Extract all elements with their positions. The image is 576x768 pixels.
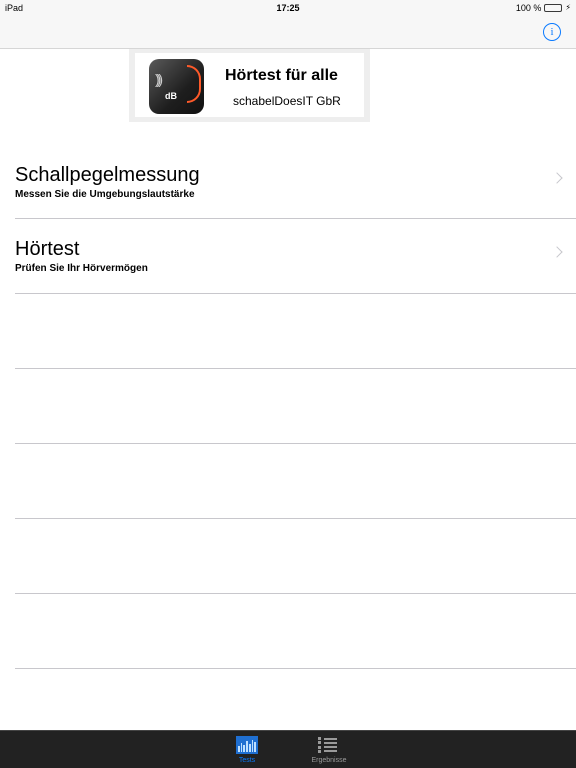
list-item-subtitle: Messen Sie die Umgebungslautstärke: [15, 189, 195, 200]
list-icon: [318, 736, 340, 754]
charging-icon: ⚡: [565, 3, 571, 12]
ear-icon: [187, 65, 201, 103]
tab-tests[interactable]: Tests: [217, 731, 277, 768]
empty-row: [15, 369, 576, 444]
banner-content: ))) dB Hörtest für alle schabelDoesIT Gb…: [135, 53, 364, 117]
empty-row: [15, 444, 576, 519]
empty-row: [15, 519, 576, 594]
tab-bar: Tests Ergebnisse: [0, 730, 576, 768]
battery-indicator: 100 % ⚡: [516, 3, 571, 13]
battery-icon: [544, 4, 563, 12]
bar-chart-icon: [236, 736, 258, 754]
test-list: Schallpegelmessung Messen Sie die Umgebu…: [0, 145, 576, 669]
empty-row: [15, 594, 576, 669]
app-icon: ))) dB: [149, 59, 204, 114]
navigation-bar: i: [0, 18, 576, 49]
chevron-right-icon: [551, 246, 563, 258]
list-item-title: Schallpegelmessung: [15, 164, 200, 186]
list-item-hoertest[interactable]: Hörtest Prüfen Sie Ihr Hörvermögen: [15, 219, 576, 294]
status-time: 17:25: [276, 3, 300, 13]
list-item-schallpegelmessung[interactable]: Schallpegelmessung Messen Sie die Umgebu…: [15, 145, 576, 219]
empty-row: [15, 294, 576, 369]
tab-label: Ergebnisse: [311, 757, 347, 764]
tab-label: Tests: [238, 757, 256, 764]
sound-waves-icon: ))): [155, 71, 163, 87]
status-bar: iPad 17:25 100 % ⚡: [0, 0, 576, 18]
banner-subtitle: schabelDoesIT GbR: [233, 94, 341, 108]
tab-ergebnisse[interactable]: Ergebnisse: [299, 731, 359, 768]
chevron-right-icon: [551, 172, 563, 184]
ad-banner[interactable]: ))) dB Hörtest für alle schabelDoesIT Gb…: [129, 49, 370, 122]
list-item-title: Hörtest: [15, 238, 80, 260]
battery-percentage: 100 %: [515, 3, 542, 13]
banner-title: Hörtest für alle: [225, 67, 338, 84]
info-glyph: i: [550, 26, 554, 38]
app-icon-db-label: dB: [165, 91, 177, 101]
list-item-subtitle: Prüfen Sie Ihr Hörvermögen: [15, 263, 148, 274]
info-icon[interactable]: i: [543, 23, 561, 41]
